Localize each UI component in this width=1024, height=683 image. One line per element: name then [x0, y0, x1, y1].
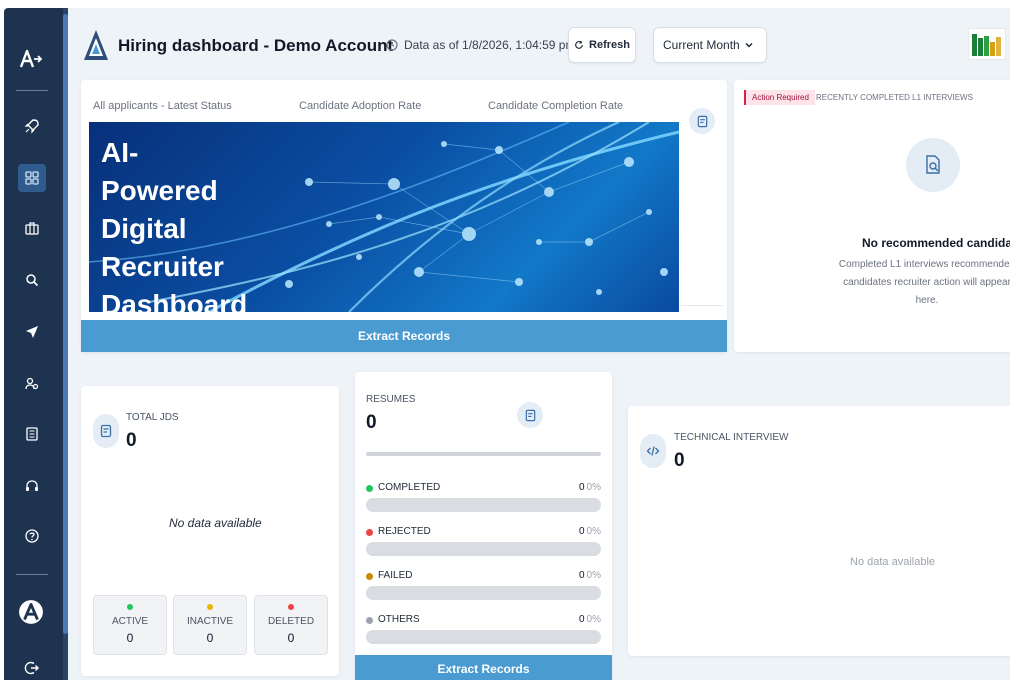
briefcase-icon[interactable] — [18, 214, 46, 242]
jds-inactive-box: INACTIVE 0 — [173, 595, 247, 655]
send-icon[interactable] — [18, 318, 46, 346]
logout-icon[interactable] — [18, 654, 46, 682]
refresh-button[interactable]: Refresh — [568, 27, 636, 63]
page-title: Hiring dashboard - Demo Account — [118, 36, 394, 55]
technical-interview-card: TECHNICAL INTERVIEW 0 No data available — [628, 406, 1010, 656]
banner-headline: AI-Powered Digital Recruiter Dashboard — [101, 137, 248, 312]
stat-label: RESUMES — [366, 394, 416, 405]
search-icon[interactable] — [18, 266, 46, 294]
main-content: Hiring dashboard - Demo Account Data as … — [68, 8, 1010, 680]
progress-bar — [366, 586, 601, 600]
clock-icon — [386, 39, 398, 51]
divider — [366, 452, 601, 456]
extract-records-button[interactable]: Extract Records — [355, 655, 612, 680]
document-list-icon[interactable] — [18, 420, 46, 448]
users-icon[interactable] — [18, 370, 46, 398]
rocket-icon[interactable] — [18, 112, 46, 140]
stat-value: 0 — [674, 450, 685, 471]
status-dot — [288, 604, 294, 610]
status-dot — [366, 485, 373, 492]
panel-heading: RECENTLY COMPLETED L1 INTERVIEWS — [816, 93, 973, 102]
extract-records-button[interactable]: Extract Records — [81, 320, 727, 352]
empty-state-title: No recommended candidates. — [862, 236, 1010, 250]
refresh-icon — [575, 40, 583, 49]
jds-active-box: ACTIVE 0 — [93, 595, 167, 655]
status-dot — [366, 617, 373, 624]
no-data-message: No data available — [850, 556, 936, 568]
data-timestamp: Data as of 1/8/2026, 1:04:59 pm — [386, 38, 575, 52]
recent-l1-interviews-panel: Action Required RECENTLY COMPLETED L1 IN… — [734, 80, 1010, 352]
logo-icon[interactable] — [14, 42, 48, 76]
divider — [681, 305, 723, 306]
progress-bar — [366, 630, 601, 644]
resume-status-row: REJECTED 0 0% — [366, 526, 601, 562]
resume-status-row: COMPLETED 0 0% — [366, 482, 601, 518]
dashboard-icon[interactable] — [18, 164, 46, 192]
sidebar-divider — [16, 90, 48, 91]
progress-bar — [366, 542, 601, 556]
status-dot — [207, 604, 213, 610]
chevron-down-icon — [745, 42, 753, 48]
tab-all-applicants[interactable]: All applicants - Latest Status — [93, 100, 232, 112]
status-dot — [366, 573, 373, 580]
resumes-card: RESUMES 0 COMPLETED 0 0% REJECTED 0 0% FAI… — [355, 372, 612, 680]
bar-chart-thumbnail-icon[interactable] — [968, 28, 1006, 60]
headset-icon[interactable] — [18, 472, 46, 500]
banner-image: AI-Powered Digital Recruiter Dashboard — [89, 122, 679, 312]
jds-deleted-box: DELETED 0 — [254, 595, 328, 655]
sidebar-divider — [16, 574, 48, 575]
empty-state-icon — [906, 138, 960, 192]
tab-adoption-rate[interactable]: Candidate Adoption Rate — [299, 100, 421, 112]
stat-label: TOTAL JDS — [126, 412, 179, 423]
total-jds-card: TOTAL JDS 0 No data available ACTIVE 0 I… — [81, 386, 339, 676]
document-icon[interactable] — [517, 402, 543, 428]
no-data-message: No data available — [169, 516, 262, 530]
brand-logo-icon — [82, 28, 110, 62]
document-icon — [93, 414, 119, 448]
tab-completion-rate[interactable]: Candidate Completion Rate — [488, 100, 623, 112]
chart-tabs: All applicants - Latest Status Candidate… — [93, 100, 653, 116]
stat-label: TECHNICAL INTERVIEW — [674, 432, 789, 443]
stat-value: 0 — [126, 430, 137, 451]
resume-status-row: OTHERS 0 0% — [366, 614, 601, 650]
applicants-status-card: All applicants - Latest Status Candidate… — [81, 80, 727, 352]
status-dot — [127, 604, 133, 610]
help-icon[interactable] — [18, 522, 46, 550]
code-icon — [640, 434, 666, 468]
resume-status-row: FAILED 0 0% — [366, 570, 601, 606]
status-dot — [366, 529, 373, 536]
period-select[interactable]: Current Month — [653, 27, 767, 63]
stat-value: 0 — [366, 412, 377, 433]
progress-bar — [366, 498, 601, 512]
document-icon[interactable] — [689, 108, 715, 134]
sidebar — [4, 8, 68, 680]
empty-state-description: Completed L1 interviews recommended cand… — [838, 259, 1010, 306]
action-required-badge: Action Required — [744, 90, 815, 105]
account-logo-icon[interactable] — [15, 596, 47, 628]
